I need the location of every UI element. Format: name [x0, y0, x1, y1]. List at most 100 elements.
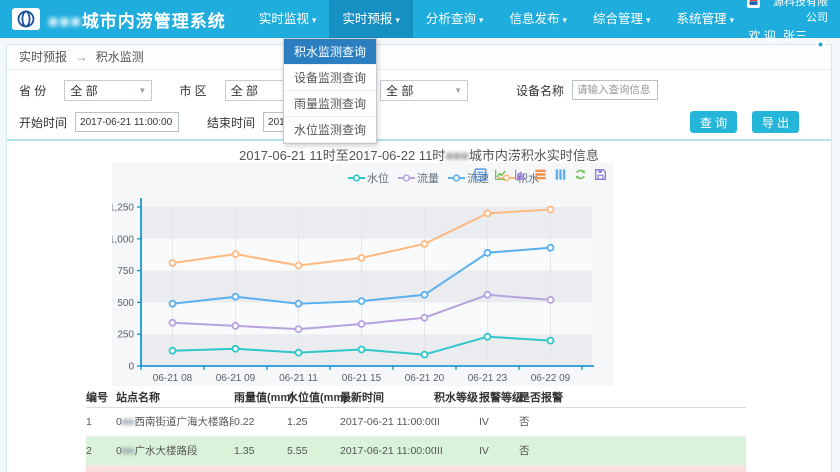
province-label: 省 份: [19, 82, 46, 99]
svg-text:06-21 11: 06-21 11: [279, 373, 318, 384]
legend-marker-icon: [448, 173, 465, 183]
main-panel: 实时预报 → 积水监测 省 份 全 部▼ 市 区 全 部▼ 县 级 全 部▼ 设…: [6, 44, 832, 472]
main-menu: 实时监视▾实时预报▾分析查询▾信息发布▾综合管理▾系统管理▾: [246, 0, 747, 38]
cell-latest-time: 2017-06-21 11:00:00: [340, 436, 434, 465]
chart-section: 2017-06-21 11时至2017-06-22 11时■■■城市内涝积水实时…: [7, 139, 831, 385]
dropdown-item-4[interactable]: 水位监测查询: [284, 117, 376, 143]
company-info: 北京国信华源科技有限公司: [747, 0, 828, 25]
cell-rain-value: 0.50: [234, 465, 287, 472]
cell-is-alarmed: 否: [519, 436, 746, 465]
cell-water-value: 5.55: [287, 436, 340, 465]
refresh-icon[interactable]: [574, 168, 587, 181]
cell-is-alarmed: 否: [519, 407, 746, 436]
cell-no: 2: [86, 436, 116, 465]
county-select[interactable]: 全 部▼: [380, 80, 468, 101]
cell-alarm-grade: III: [479, 465, 519, 472]
nav-item-5[interactable]: 综合管理▾: [580, 0, 664, 38]
cell-station-name: 0■■第五大楼角路段: [116, 465, 234, 472]
breadcrumb-current: 积水监测: [96, 50, 144, 64]
chevron-down-icon: ▾: [802, 49, 807, 59]
device-name-label: 设备名称: [516, 82, 564, 99]
censored-station-code: ■■: [122, 416, 135, 428]
cell-station-name: 0■■西南街道广海大楼路段: [116, 407, 234, 436]
waterlogging-line-chart[interactable]: 02505007501,0001,25006-21 0806-21 0906-2…: [112, 163, 613, 391]
chevron-down-icon: ▼: [454, 86, 462, 95]
nav-item-4[interactable]: 信息发布▾: [496, 0, 580, 38]
nav-item-6[interactable]: 系统管理▾: [664, 0, 748, 38]
cell-is-alarmed: 否: [519, 465, 746, 472]
data-view-icon[interactable]: [474, 168, 487, 181]
nav-item-2[interactable]: 实时预报▾: [329, 0, 413, 38]
nav-item-3[interactable]: 分析查询▾: [413, 0, 497, 38]
chevron-down-icon: ▾: [479, 15, 484, 25]
device-name-input[interactable]: [572, 80, 658, 100]
legend-marker-icon: [398, 173, 415, 183]
stations-table-wrap: 编号站点名称雨量值(mm)水位值(mm)最新时间积水等级报警等级是否报警10■■…: [86, 387, 748, 472]
table-row-2[interactable]: 20■■广水大楼路段1.355.552017-06-21 11:00:00III…: [86, 436, 746, 465]
bar-chart-icon[interactable]: [514, 168, 527, 181]
dropdown-item-2[interactable]: 设备监测查询: [284, 65, 376, 91]
chart-box: 水位流量流速积水: [112, 163, 613, 386]
cell-alarm-grade: IV: [479, 436, 519, 465]
cell-no: 3: [86, 465, 116, 472]
svg-text:06-21 15: 06-21 15: [342, 373, 382, 384]
navbar-right: 北京国信华源科技有限公司 欢 迎 你 : 张三国▾: [747, 0, 840, 61]
svg-text:1,250: 1,250: [112, 203, 134, 214]
system-title: ■■■城市内涝管理系统: [48, 7, 226, 32]
svg-text:1,000: 1,000: [112, 234, 134, 245]
table-row-3[interactable]: 30■■第五大楼角路段0.502.022017-06-21 11:00:00II…: [86, 465, 746, 472]
cell-rain-value: 1.35: [234, 436, 287, 465]
export-button[interactable]: 导 出: [752, 111, 799, 133]
breadcrumb-arrow-icon: →: [75, 50, 87, 64]
company-name: 北京国信华源科技有限公司: [765, 0, 828, 25]
welcome-label: 欢 迎 你 :: [747, 27, 776, 61]
tiled-icon[interactable]: [554, 168, 567, 181]
svg-text:750: 750: [117, 266, 134, 277]
cell-water-value: 1.25: [287, 407, 340, 436]
start-time-input[interactable]: [75, 112, 179, 132]
city-label: 市 区: [179, 82, 206, 99]
forecast-dropdown-menu: 积水监测查询设备监测查询雨量监测查询水位监测查询: [283, 38, 377, 144]
breadcrumb-parent: 实时预报: [19, 50, 67, 64]
logo-globe-icon: [15, 10, 37, 28]
dropdown-item-3[interactable]: 雨量监测查询: [284, 91, 376, 117]
cell-rain-value: 0.22: [234, 407, 287, 436]
cell-alarm-grade: IV: [479, 407, 519, 436]
filter-area: 省 份 全 部▼ 市 区 全 部▼ 县 级 全 部▼ 设备名称 开始时间 结束时…: [7, 70, 831, 139]
chevron-down-icon: ▼: [138, 86, 146, 95]
svg-text:06-21 09: 06-21 09: [216, 373, 256, 384]
svg-text:06-21 08: 06-21 08: [153, 373, 193, 384]
line-chart-icon[interactable]: [494, 168, 507, 181]
start-time-label: 开始时间: [19, 114, 67, 131]
dropdown-item-1[interactable]: 积水监测查询: [284, 39, 376, 65]
legend-marker-icon: [348, 173, 365, 183]
cell-water-value: 2.02: [287, 465, 340, 472]
top-navbar: ■■■城市内涝管理系统 实时监视▾实时预报▾分析查询▾信息发布▾综合管理▾系统管…: [0, 0, 840, 38]
legend-item-1[interactable]: 水位: [348, 170, 389, 186]
svg-text:0: 0: [128, 362, 134, 373]
province-select[interactable]: 全 部▼: [64, 80, 152, 101]
table-row-1[interactable]: 10■■西南街道广海大楼路段0.221.252017-06-21 11:00:0…: [86, 407, 746, 436]
settings-gear-icon[interactable]: [813, 37, 828, 52]
chart-title: 2017-06-21 11时至2017-06-22 11时■■■城市内涝积水实时…: [7, 141, 831, 164]
svg-text:06-22 09: 06-22 09: [531, 373, 571, 384]
query-button[interactable]: 查 询: [690, 111, 737, 133]
svg-text:06-21 20: 06-21 20: [405, 373, 445, 384]
svg-text:250: 250: [117, 330, 134, 341]
chevron-down-icon: ▾: [395, 15, 400, 25]
save-image-icon[interactable]: [594, 168, 607, 181]
chevron-down-icon: ▾: [646, 15, 651, 25]
chevron-down-icon: ▾: [312, 15, 317, 25]
nav-item-1[interactable]: 实时监视▾: [246, 0, 330, 38]
chevron-down-icon: ▾: [730, 15, 735, 25]
stack-icon[interactable]: [534, 168, 547, 181]
company-logo-icon: [747, 0, 760, 8]
cell-water-level-grade: III: [434, 436, 479, 465]
cell-latest-time: 2017-06-21 11:00:00: [340, 407, 434, 436]
censored-city-name: ■■■: [48, 12, 82, 31]
chevron-down-icon: ▾: [562, 15, 567, 25]
username-menu[interactable]: 张三国▾: [782, 27, 807, 61]
legend-item-2[interactable]: 流量: [398, 170, 439, 186]
censored-station-code: ■■: [122, 445, 135, 457]
cell-station-name: 0■■广水大楼路段: [116, 436, 234, 465]
